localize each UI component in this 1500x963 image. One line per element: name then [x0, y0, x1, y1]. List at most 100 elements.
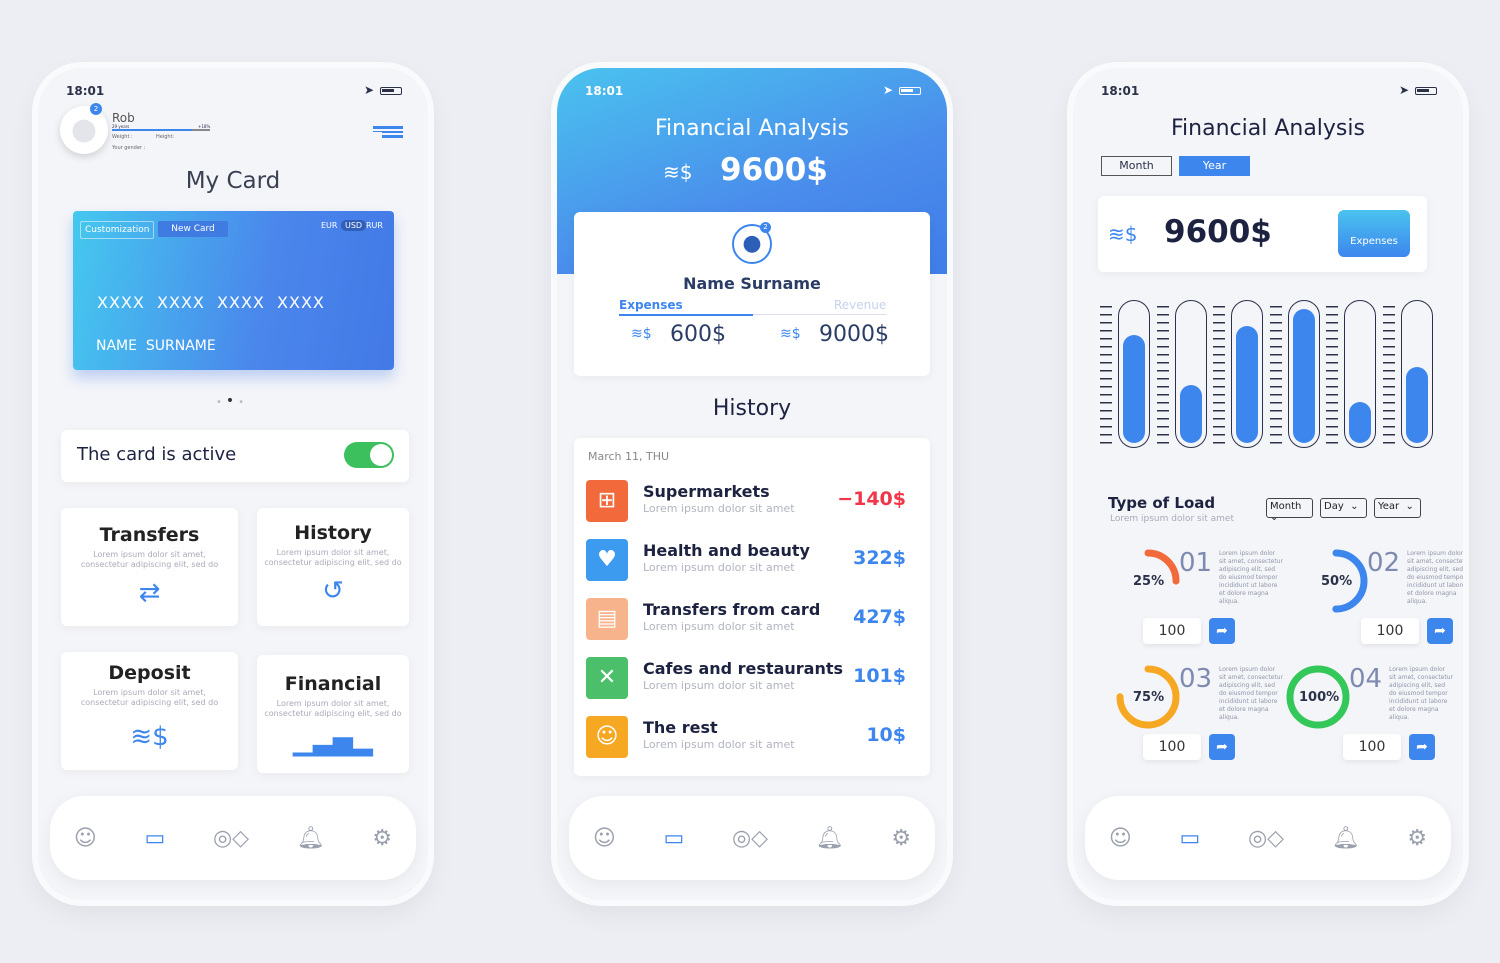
select-year[interactable]: Year ⌄ [1374, 498, 1421, 518]
bank-card[interactable]: Customization New Card EUR USD RUR XXXX … [73, 211, 394, 370]
gauge-label: 50% [1321, 574, 1353, 589]
bar-ticks [1326, 306, 1338, 446]
bar-ticks [1213, 306, 1225, 446]
revenue-amount: 9000$ [819, 322, 889, 347]
gauge-value-input[interactable]: 100 [1143, 734, 1201, 760]
coins-icon: ≋$ [663, 160, 693, 184]
tile-financial[interactable]: Financial Lorem ipsum dolor sit amet, con… [257, 655, 409, 773]
select-day[interactable]: Day ⌄ [1320, 498, 1367, 518]
bar-fill [1349, 401, 1371, 443]
select-month[interactable]: Month ⌄ [1266, 498, 1313, 523]
history-icon: ↺ [322, 576, 344, 606]
item-amount: 427$ [853, 606, 906, 628]
bar-column[interactable] [1174, 300, 1207, 448]
bar-column[interactable] [1344, 300, 1376, 448]
location-icon: ➤ [882, 83, 893, 97]
gauge-value-input[interactable]: 100 [1361, 618, 1419, 644]
expenses-button[interactable]: Expenses [1338, 210, 1410, 257]
battery-icon [1415, 87, 1437, 95]
page-title: Financial Analysis [1171, 116, 1365, 141]
gauge-value-input[interactable]: 100 [1343, 734, 1401, 760]
card-active-row: The card is active [61, 430, 409, 482]
gauge-label: 75% [1133, 690, 1165, 705]
new-card-button[interactable]: New Card [158, 221, 228, 237]
share-button[interactable]: ➦ [1209, 618, 1235, 644]
bar-ticks [1100, 306, 1112, 446]
user-icon[interactable]: ☺ [1109, 826, 1132, 851]
card-holder: NAME SURNAME [96, 338, 216, 354]
bar-column[interactable] [1400, 300, 1433, 448]
gear-icon[interactable]: ⚙ [1407, 826, 1427, 851]
select-value: Day [1324, 501, 1344, 512]
avatar[interactable]: ● [60, 106, 108, 154]
tile-history[interactable]: History Lorem ipsum dolor sit amet, conse… [257, 508, 409, 626]
total-amount: 9600$ [720, 152, 828, 188]
tile-title: History [294, 522, 372, 544]
tab-expenses[interactable]: Expenses [619, 298, 683, 312]
menu-icon[interactable] [373, 126, 403, 138]
user-icon[interactable]: ☺ [74, 826, 97, 851]
card-active-label: The card is active [77, 444, 237, 465]
tab-underline [619, 314, 887, 316]
history-title: History [712, 396, 792, 421]
contactless-icon[interactable]: ◎◇ [213, 826, 249, 851]
expenses-amount: 600$ [670, 322, 726, 347]
item-desc: Lorem ipsum dolor sit amet [643, 620, 795, 633]
contactless-icon[interactable]: ◎◇ [1248, 826, 1284, 851]
bar-column[interactable] [1118, 300, 1150, 448]
bar-column[interactable] [1287, 300, 1320, 448]
card-icon[interactable]: ▭ [663, 826, 684, 851]
bar-ticks [1382, 306, 1395, 446]
card-icon[interactable]: ▭ [1179, 826, 1200, 851]
period-year[interactable]: Year [1179, 156, 1250, 176]
tab-revenue[interactable]: Revenue [834, 298, 886, 312]
transfer-icon: ⇄ [138, 578, 161, 608]
load-title: Type of Load [1108, 494, 1216, 512]
bell-icon[interactable]: 🔔︎ [816, 826, 844, 851]
item-amount: 322$ [853, 547, 906, 569]
share-button[interactable]: ➦ [1409, 734, 1435, 760]
user-summary-card: ● 2 Name Surname Expenses Revenue ≋$ 600… [574, 212, 930, 376]
gauge-value-input[interactable]: 100 [1143, 618, 1201, 644]
bell-icon[interactable]: 🔔︎ [1332, 826, 1360, 851]
card-active-toggle[interactable] [344, 442, 394, 468]
carousel-dots[interactable]: ••• [216, 393, 248, 409]
tile-transfers[interactable]: Transfers Lorem ipsum dolor sit amet, con… [61, 508, 238, 626]
coins-icon: ≋$ [130, 722, 169, 752]
gauge-number: 03 [1179, 664, 1213, 694]
history-item[interactable]: ☺ The rest Lorem ipsum dolor sit amet 10… [586, 714, 916, 764]
period-month[interactable]: Month [1101, 156, 1172, 176]
history-item[interactable]: ♥ Health and beauty Lorem ipsum dolor si… [586, 537, 916, 587]
gear-icon[interactable]: ⚙ [891, 826, 911, 851]
currency-rur[interactable]: RUR [366, 221, 383, 230]
gear-icon[interactable]: ⚙ [372, 826, 392, 851]
user-icon[interactable]: ☺ [593, 826, 616, 851]
tile-title: Financial [284, 673, 382, 695]
share-button[interactable]: ➦ [1427, 618, 1453, 644]
bar-fill [1123, 335, 1145, 443]
tile-deposit[interactable]: Deposit Lorem ipsum dolor sit amet, conse… [61, 652, 238, 770]
phone-financial-history: 18:01 ➤ Financial Analysis ≋$ 9600$ ● 2 … [557, 68, 947, 900]
battery-icon [380, 87, 402, 95]
card-icon[interactable]: ▭ [144, 826, 165, 851]
bell-icon[interactable]: 🔔︎ [297, 826, 325, 851]
history-item[interactable]: ⊞ Supermarkets Lorem ipsum dolor sit ame… [586, 478, 916, 528]
profile-name: Rob [112, 111, 135, 125]
gauge-number: 01 [1179, 548, 1213, 578]
share-button[interactable]: ➦ [1209, 734, 1235, 760]
tile-desc: Lorem ipsum dolor sit amet, consectetur … [80, 688, 219, 707]
customization-button[interactable]: Customization [80, 221, 155, 239]
item-amount: −140$ [837, 488, 906, 510]
bar-column[interactable] [1231, 300, 1263, 448]
bar-chart-icon: ▁▃▅▂ [293, 727, 373, 757]
item-title: The rest [643, 718, 718, 737]
history-item[interactable]: ✕ Cafes and restaurants Lorem ipsum dolo… [586, 655, 916, 705]
history-list: March 11, THU ⊞ Supermarkets Lorem ipsum… [574, 438, 930, 776]
contactless-icon[interactable]: ◎◇ [732, 826, 768, 851]
item-desc: Lorem ipsum dolor sit amet [643, 679, 795, 692]
phone-financial-analysis: 18:01 ➤ Financial Analysis Month Year ≋$… [1073, 68, 1463, 900]
coins-icon: ≋$ [1108, 222, 1138, 246]
currency-usd[interactable]: USD [341, 220, 367, 231]
currency-eur[interactable]: EUR [321, 221, 337, 230]
history-item[interactable]: ▤ Transfers from card Lorem ipsum dolor … [586, 596, 916, 646]
